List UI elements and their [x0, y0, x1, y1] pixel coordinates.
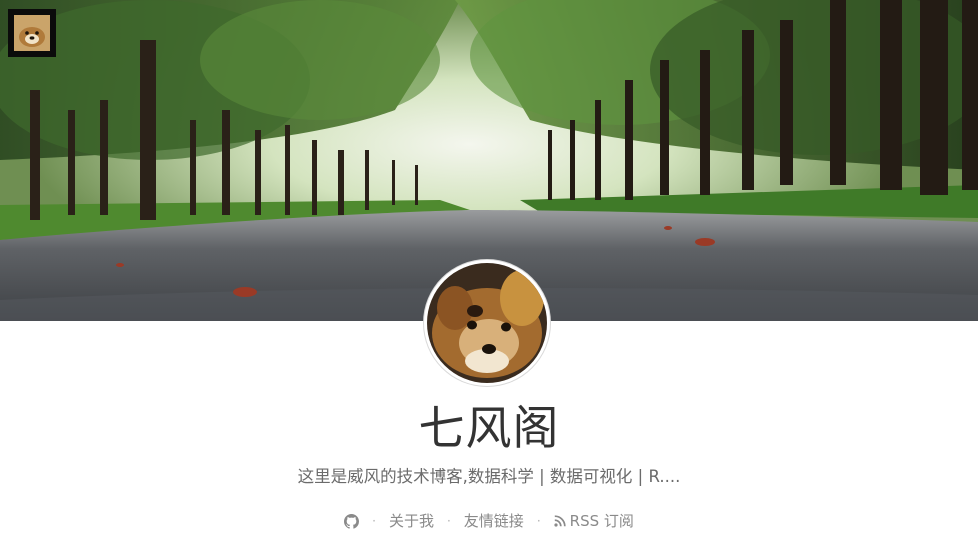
- site-logo[interactable]: [8, 9, 56, 57]
- nav-separator: ·: [446, 514, 451, 528]
- site-description: 这里是威风的技术博客,数据科学 | 数据可视化 | R....: [297, 467, 681, 486]
- dog-avatar-photo: [427, 263, 547, 383]
- rss-icon: [554, 515, 570, 527]
- nav-separator: ·: [372, 514, 376, 528]
- github-icon: [344, 513, 360, 529]
- nav-separator: ·: [536, 514, 541, 528]
- rss-link[interactable]: RSS 订阅: [554, 509, 634, 533]
- profile-nav: · 关于我 · 友情链接 · RSS 订阅: [0, 509, 978, 533]
- friend-links-link[interactable]: 友情链接: [464, 509, 524, 533]
- dog-avatar-icon: [14, 15, 50, 51]
- rss-label: RSS 订阅: [569, 512, 634, 530]
- site-title: 七风阁: [418, 401, 560, 455]
- about-link[interactable]: 关于我: [389, 509, 434, 533]
- blog-home-page: 七风阁 这里是威风的技术博客,数据科学 | 数据可视化 | R.... · 关于…: [0, 0, 978, 555]
- github-link[interactable]: [344, 513, 360, 529]
- profile-avatar[interactable]: [424, 260, 550, 386]
